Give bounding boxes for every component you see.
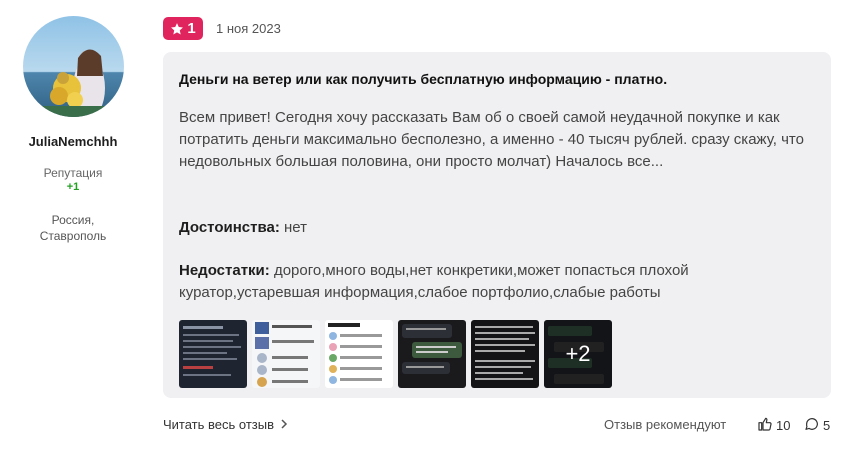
rating-badge: 1: [163, 17, 203, 40]
photo-thumbnail[interactable]: [398, 320, 466, 388]
chevron-right-icon: [280, 417, 288, 432]
reputation-value: +1: [66, 181, 80, 193]
review-date: 1 ноя 2023: [216, 21, 281, 36]
pros-label: Достоинства:: [179, 219, 280, 236]
more-photos-count: +2: [544, 320, 612, 388]
recommend-label: Отзыв рекомендуют: [604, 417, 727, 432]
location-country: Россия,: [51, 213, 95, 227]
location-city: Ставрополь: [39, 229, 107, 243]
rating-value: 1: [187, 20, 196, 37]
photo-thumbnail[interactable]: [179, 320, 247, 388]
photo-thumbnail[interactable]: [325, 320, 393, 388]
review-title[interactable]: Деньги на ветер или как получить бесплат…: [179, 71, 667, 87]
like-button[interactable]: 10: [757, 416, 790, 435]
thumbs-up-icon: [757, 416, 773, 435]
star-icon: [170, 22, 184, 36]
photo-thumbnail-more[interactable]: +2: [544, 320, 612, 388]
cons-label: Недостатки:: [179, 262, 270, 279]
comment-icon: [804, 416, 820, 435]
comments-count: 5: [823, 418, 831, 433]
review-pros: Достоинства: нет: [179, 219, 307, 236]
photo-thumbnail[interactable]: [471, 320, 539, 388]
read-more-label: Читать весь отзыв: [163, 417, 275, 432]
photo-gallery: +2: [179, 320, 612, 388]
reputation-label: Репутация: [43, 166, 103, 180]
avatar[interactable]: [23, 16, 124, 117]
likes-count: 10: [776, 418, 791, 433]
comments-button[interactable]: 5: [804, 416, 830, 435]
review-body: Всем привет! Сегодня хочу рассказать Вам…: [179, 109, 804, 170]
read-full-review-link[interactable]: Читать весь отзыв: [163, 417, 288, 432]
username[interactable]: JuliaNemchhh: [0, 134, 146, 149]
user-location: Россия, Ставрополь: [0, 212, 146, 244]
photo-thumbnail[interactable]: [252, 320, 320, 388]
user-column: JuliaNemchhh Репутация +1 Россия, Ставро…: [0, 0, 146, 450]
pros-value: нет: [284, 219, 307, 236]
review-card[interactable]: Деньги на ветер или как получить бесплат…: [163, 52, 831, 398]
review-cons: Недостатки: дорого,много воды,нет конкре…: [179, 260, 799, 304]
